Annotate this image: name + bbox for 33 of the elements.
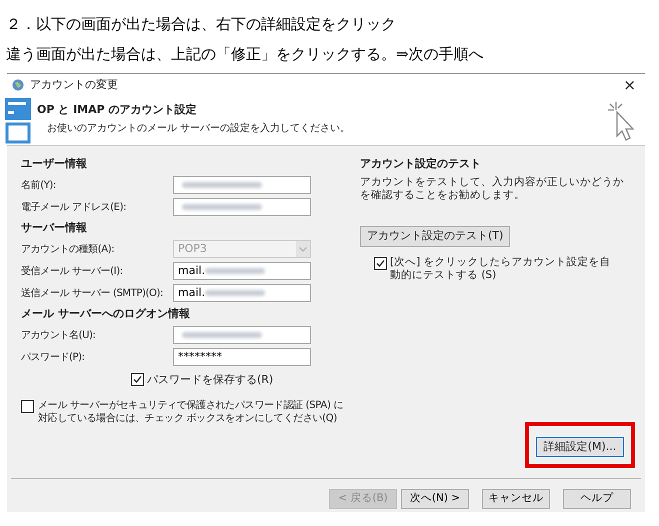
test-description: アカウントをテストして、入力内容が正しいかどうかを確認することをお勧めします。 [360, 176, 625, 202]
field-label: パスワード(P): [21, 350, 86, 364]
input-field[interactable]: ******** [173, 348, 311, 366]
field-value: ******** [178, 348, 222, 365]
instruction-text: 違う画面が出た場合は、上記の「修正」をクリックする。⇒次の手順へ [6, 44, 485, 65]
section-heading: アカウント設定のテスト [360, 156, 482, 172]
footer-button[interactable]: ヘルプ [563, 489, 631, 509]
footer-button[interactable]: キャンセル [482, 489, 550, 509]
field-label: 電子メール アドレス(E): [21, 200, 128, 214]
section-heading: メール サーバーへのログオン情報 [21, 306, 191, 322]
section-heading: ユーザー情報 [21, 156, 88, 172]
header-title: OP と IMAP のアカウント設定 [37, 102, 198, 118]
input-field[interactable]: mail. [173, 262, 311, 280]
section-heading: サーバー情報 [21, 220, 88, 236]
field-label: アカウントの種類(A): [21, 242, 116, 256]
checkbox-label: メール サーバーがセキュリティで保護されたパスワード認証 (SPA) に対応している場合には、チェック ボックスをオンにしてください(Q) [38, 398, 344, 424]
field-value: mail. [178, 262, 206, 279]
checkbox-label: [次へ] をクリックしたらアカウント設定を自動的にテストする (S) [390, 256, 612, 282]
field-value: mail. [178, 284, 206, 301]
header-subtitle: お使いのアカウントのメール サーバーの設定を入力してください。 [47, 122, 350, 136]
test-account-button[interactable]: アカウント設定のテスト(T) [360, 226, 510, 247]
input-field[interactable]: mail. [173, 284, 311, 302]
field-label: アカウント名(U): [21, 328, 96, 342]
checkbox-label: パスワードを保存する(R) [147, 372, 274, 388]
close-button[interactable]: × [619, 78, 640, 92]
footer-button[interactable]: 次へ(N) > [401, 489, 469, 509]
advanced-settings-button[interactable]: 詳細設定(M)... [536, 437, 624, 457]
field-label: 受信メール サーバー(I): [21, 264, 124, 278]
field-value: POP3 [178, 240, 207, 257]
field-label: 送信メール サーバー (SMTP)(O): [21, 286, 164, 300]
field-label: 名前(Y): [21, 178, 57, 192]
instruction-text: ２．以下の画面が出た場合は、右下の詳細設定をクリック [6, 14, 397, 35]
window-title: アカウントの変更 [30, 76, 118, 93]
